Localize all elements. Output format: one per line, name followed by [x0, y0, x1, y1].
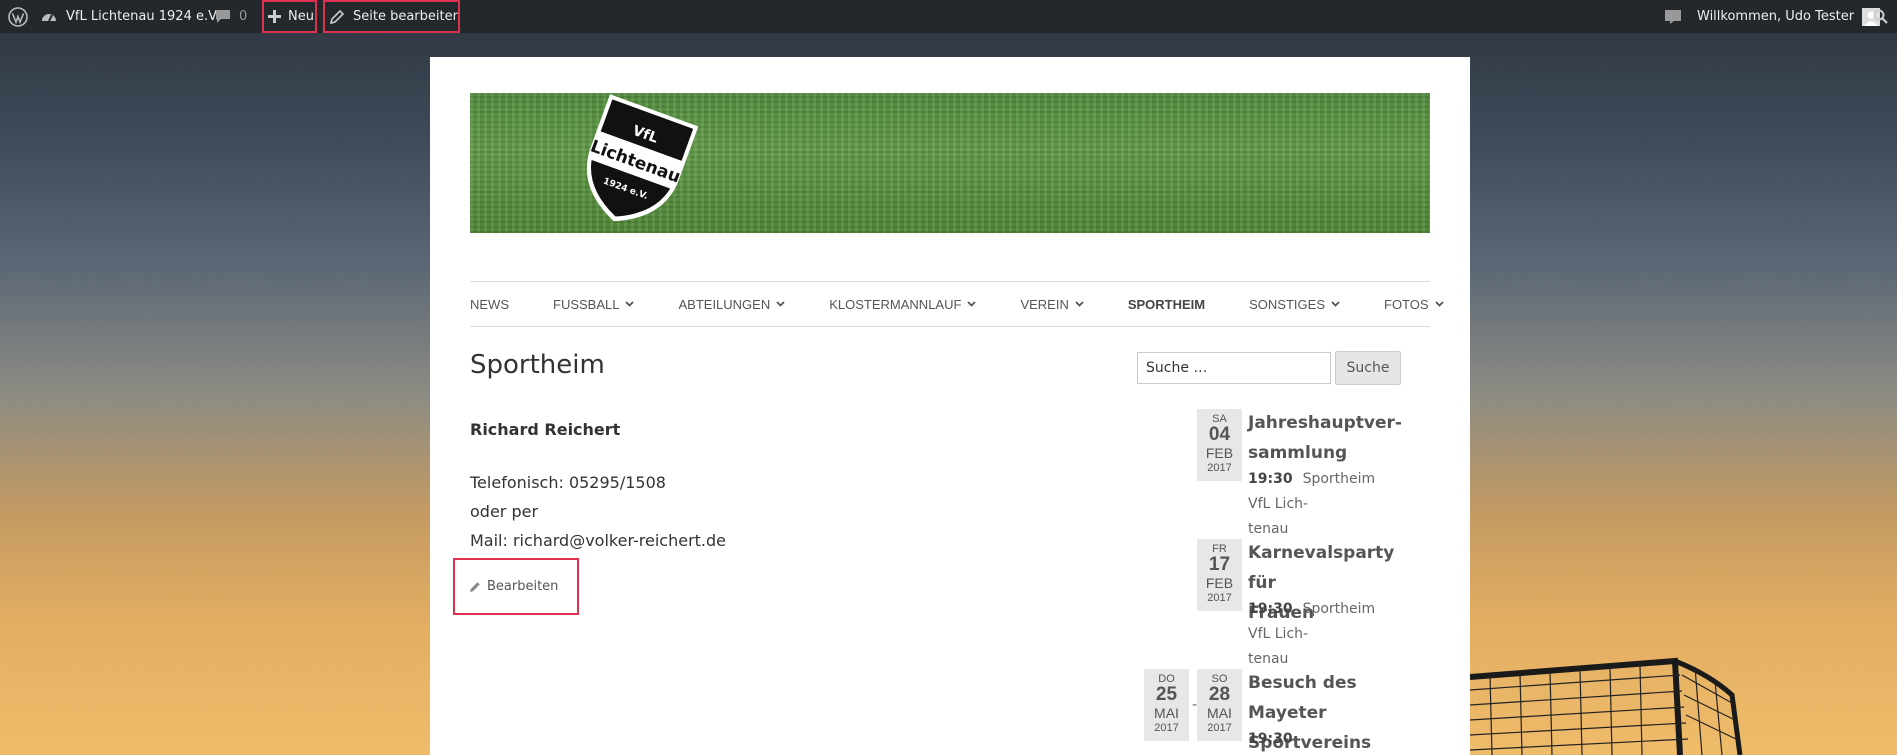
event-meta: 19:30 Sportheim VfL Lich- tenau: [1248, 467, 1375, 542]
chevron-down-icon: [1434, 301, 1444, 307]
event-month: MAI: [1207, 705, 1232, 721]
event-title-line: Jahreshauptver-: [1248, 413, 1402, 433]
nav-item-label: FUSSBALL: [553, 296, 620, 312]
nav-item-verein[interactable]: VEREIN: [1020, 296, 1084, 312]
event-title-line: sammlung: [1248, 443, 1348, 463]
comment-icon: [215, 9, 231, 24]
event-day: 25: [1155, 684, 1178, 705]
notifications-button[interactable]: [1664, 0, 1682, 33]
event-year: 2017: [1207, 462, 1232, 474]
search-icon[interactable]: [1873, 0, 1888, 33]
dashboard-icon: [40, 9, 58, 25]
event-title-link[interactable]: Jahreshauptver- sammlung: [1248, 408, 1402, 468]
user-account-menu[interactable]: Willkommen, Udo Tester: [1697, 0, 1881, 33]
event-year: 2017: [1154, 722, 1179, 734]
event-day: 17: [1208, 554, 1231, 575]
event-month: MAI: [1154, 705, 1179, 721]
event-time: 19:30: [1248, 731, 1293, 747]
site-name-label: VfL Lichtenau 1924 e.V.: [66, 9, 220, 24]
new-content-button[interactable]: Neu: [262, 0, 317, 33]
event-time: 19:30: [1248, 601, 1293, 617]
contact-or: oder per: [470, 502, 539, 521]
nav-item-label: SONSTIGES: [1249, 296, 1325, 312]
header-banner[interactable]: VfL Lichtenau 1924 e.V.: [470, 93, 1430, 233]
contact-mail: Mail: richard@volker-reichert.de: [470, 531, 726, 550]
background-goal-image: [1470, 655, 1897, 755]
main-navigation: NEWS FUSSBALL ABTEILUNGEN KLOSTERMANNLAU…: [470, 281, 1444, 327]
nav-item-label: ABTEILUNGEN: [678, 296, 771, 312]
pencil-icon: [330, 9, 344, 24]
edit-page-button[interactable]: Seite bearbeiten: [323, 0, 461, 33]
plus-icon: [268, 10, 281, 23]
nav-item-fussball[interactable]: FUSSBALL: [553, 296, 635, 312]
wordpress-logo-icon[interactable]: [5, 0, 31, 33]
nav-item-klostermannlauf[interactable]: KLOSTERMANNLAUF: [829, 296, 977, 312]
contact-name: Richard Reichert: [470, 420, 621, 439]
chevron-down-icon: [967, 301, 977, 307]
page-container: VfL Lichtenau 1924 e.V. NEWS FUSSBALL AB…: [430, 57, 1470, 755]
page-title: Sportheim: [470, 350, 605, 380]
chevron-down-icon: [776, 301, 785, 307]
search-button[interactable]: Suche: [1335, 351, 1401, 385]
event-time: 19:30: [1248, 471, 1293, 487]
event-year: 2017: [1207, 592, 1232, 604]
speech-bubble-icon: [1664, 9, 1682, 25]
event-date-badge: SA 04 FEB 2017: [1197, 409, 1242, 481]
event-month: FEB: [1205, 575, 1234, 591]
welcome-label: Willkommen, Udo Tester: [1697, 9, 1855, 24]
nav-item-label: FOTOS: [1384, 296, 1429, 312]
event-title-line: Besuch des Mayeter: [1248, 673, 1357, 723]
nav-item-fotos[interactable]: FOTOS: [1384, 297, 1444, 312]
chevron-down-icon: [1331, 301, 1340, 307]
nav-item-sportheim[interactable]: SPORTHEIM: [1128, 297, 1205, 312]
event-year: 2017: [1207, 722, 1232, 734]
nav-item-abteilungen[interactable]: ABTEILUNGEN: [678, 297, 785, 312]
event-day: 04: [1208, 424, 1231, 445]
nav-item-label: VEREIN: [1020, 296, 1069, 312]
event-date-badge: DO 25 MAI 2017: [1144, 669, 1189, 741]
nav-item-sonstiges[interactable]: SONSTIGES: [1249, 297, 1340, 312]
contact-phone: Telefonisch: 05295/1508: [470, 473, 666, 492]
pencil-icon: [469, 581, 481, 593]
edit-page-label: Seite bearbeiten: [353, 9, 461, 24]
nav-item-label: SPORTHEIM: [1127, 296, 1206, 312]
nav-item-label: KLOSTERMANNLAUF: [829, 296, 962, 312]
event-meta: 19:30: [1248, 727, 1303, 752]
event-meta: 19:30 Sportheim VfL Lich- tenau: [1248, 597, 1375, 672]
club-crest-logo: VfL Lichtenau 1924 e.V.: [570, 93, 700, 233]
edit-post-label: Bearbeiten: [487, 579, 559, 594]
event-title-line: Karnevalsparty für: [1248, 543, 1395, 593]
event-date-badge: FR 17 FEB 2017: [1197, 539, 1242, 611]
new-content-label: Neu: [288, 9, 314, 24]
search-input[interactable]: [1137, 352, 1331, 384]
edit-post-link[interactable]: Bearbeiten: [453, 558, 579, 615]
event-day: 28: [1208, 684, 1231, 705]
chevron-down-icon: [1075, 301, 1084, 307]
page-content: Richard Reichert Telefonisch: 05295/1508…: [470, 415, 726, 555]
comments-link[interactable]: 0: [215, 0, 247, 33]
nav-item-label: NEWS: [470, 296, 509, 312]
event-end-date-badge: SO 28 MAI 2017: [1197, 669, 1242, 741]
event-month: FEB: [1205, 445, 1234, 461]
comments-count: 0: [239, 9, 248, 24]
nav-item-news[interactable]: NEWS: [470, 297, 509, 312]
chevron-down-icon: [625, 301, 635, 307]
site-name-link[interactable]: VfL Lichtenau 1924 e.V.: [40, 0, 219, 33]
admin-bar: VfL Lichtenau 1924 e.V. 0 Neu Seite bear…: [0, 0, 1897, 33]
